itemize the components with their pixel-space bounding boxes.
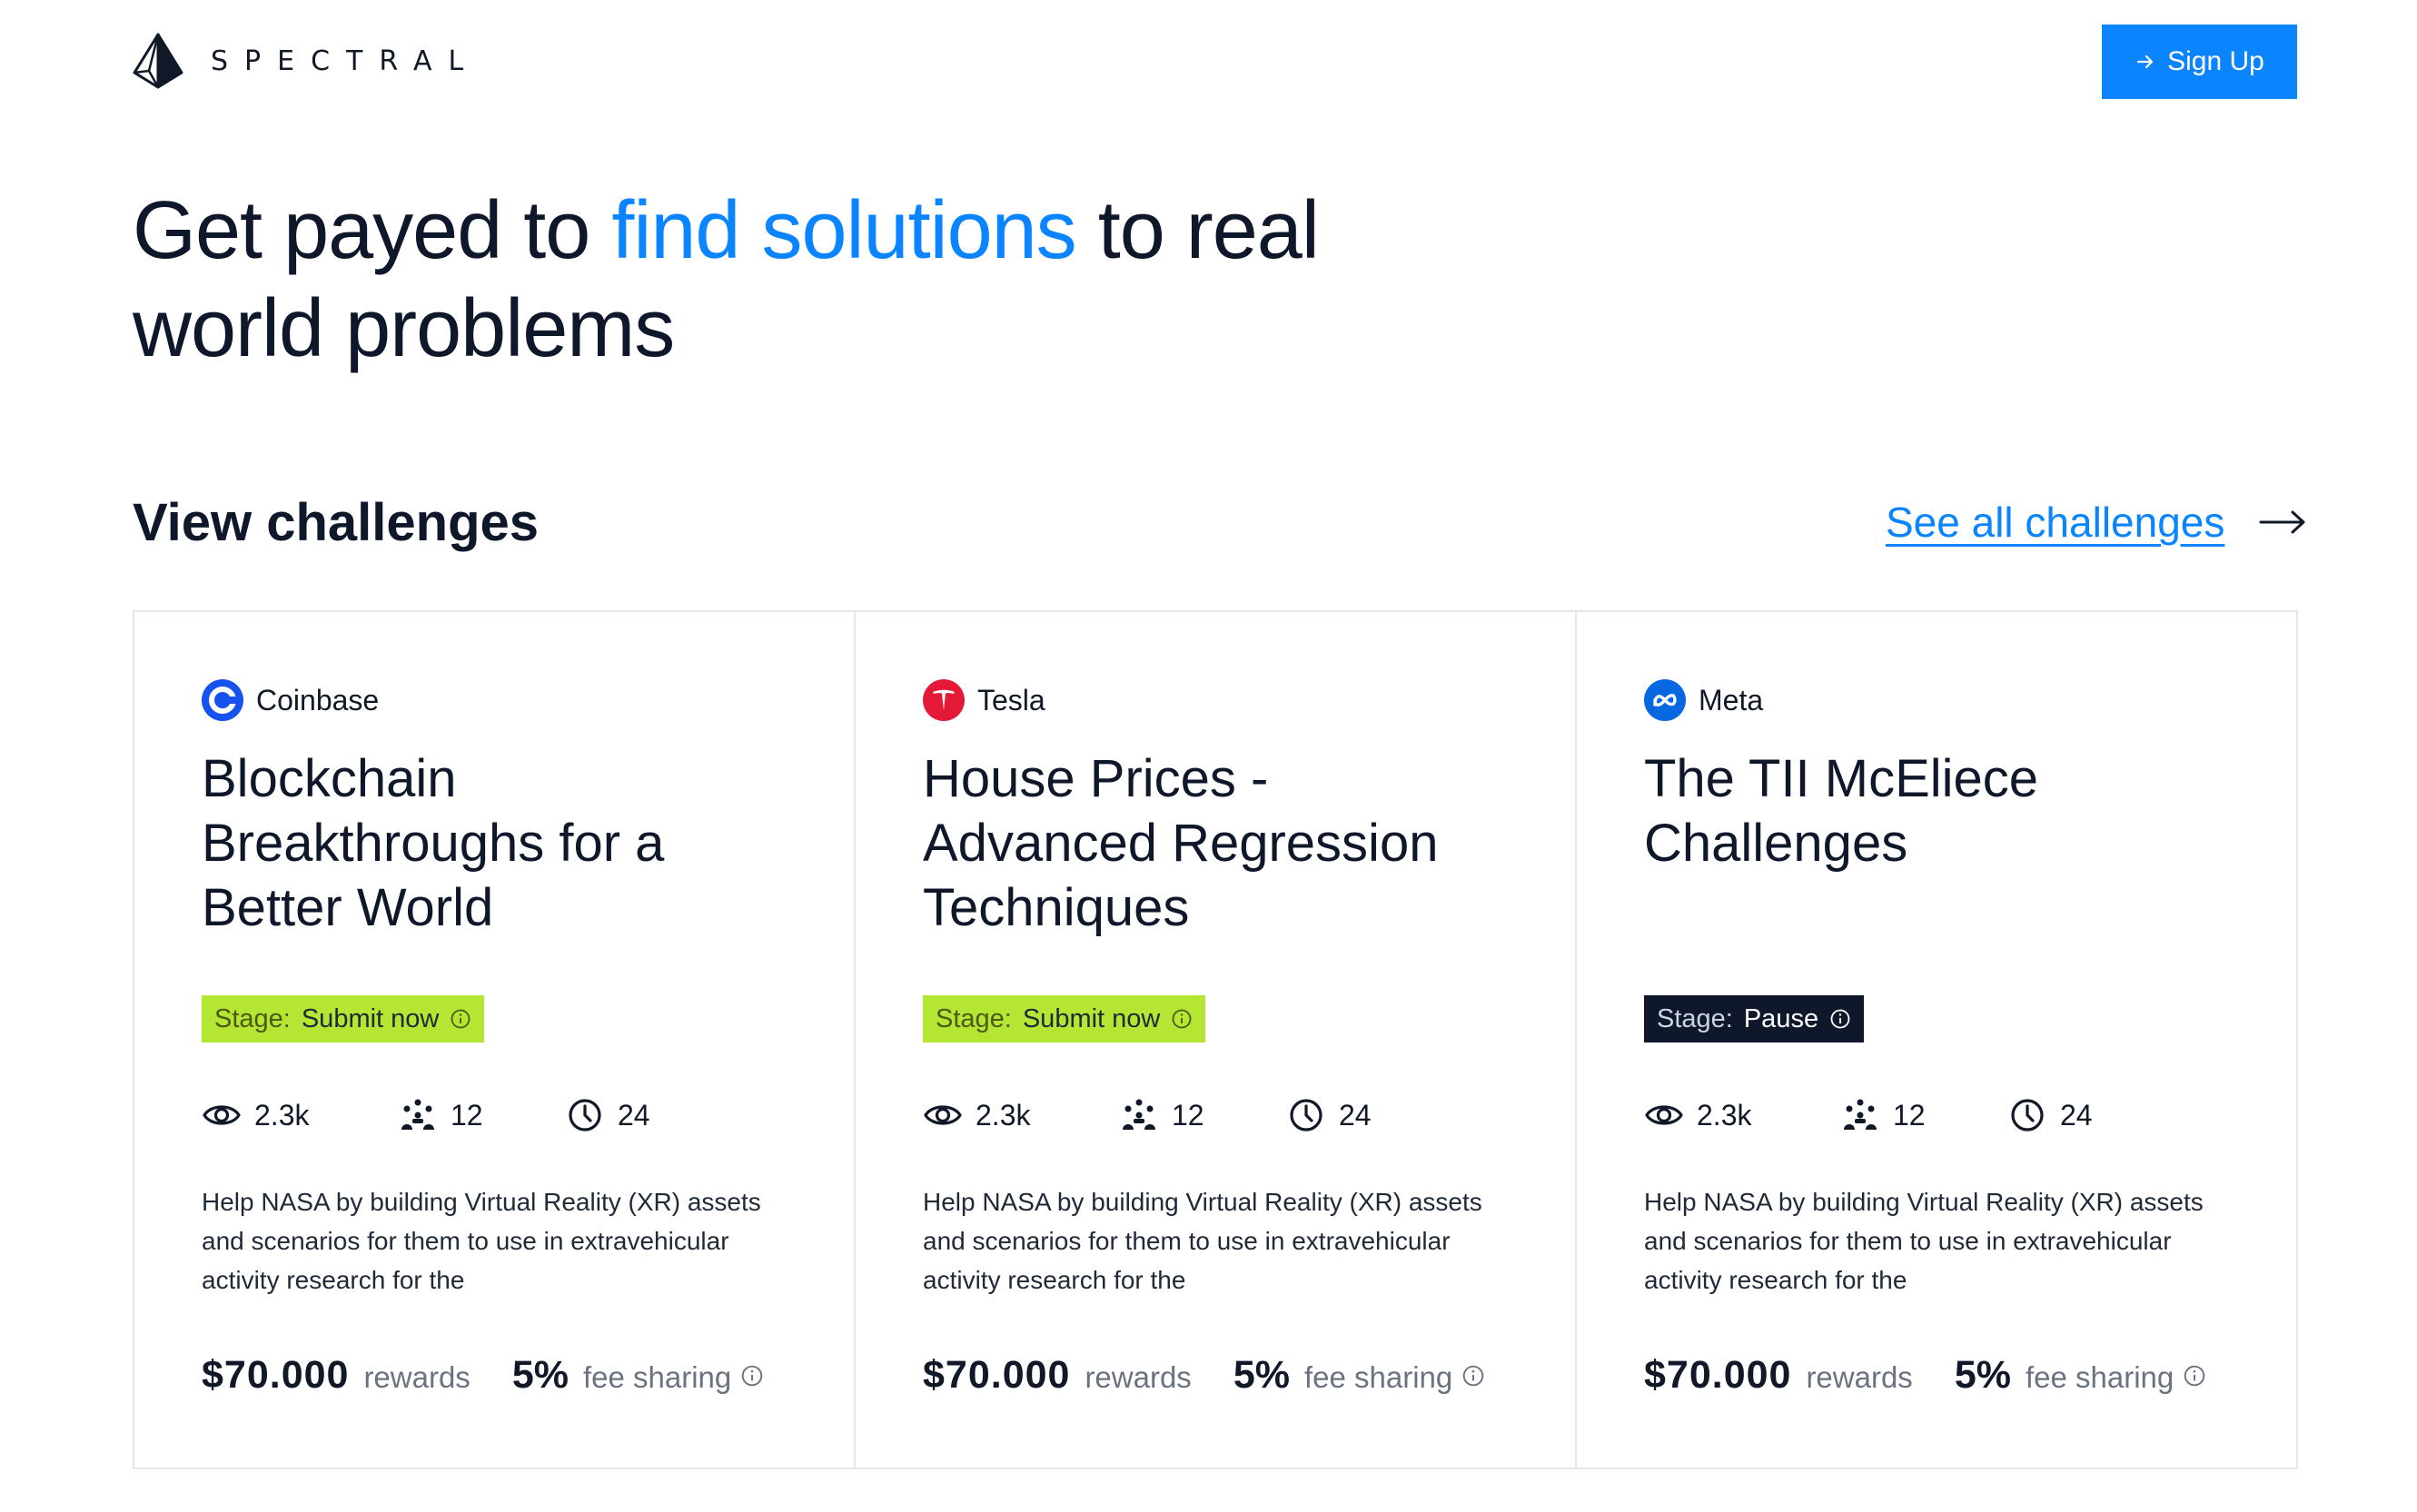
eye-icon <box>203 1105 241 1125</box>
people-icon <box>1123 1099 1155 1130</box>
long-arrow-right-icon[interactable] <box>2259 509 2306 536</box>
stage-value: Submit now <box>1022 1003 1161 1033</box>
people-icon <box>1844 1099 1877 1130</box>
stats-row: 2.3k 12 24 <box>1644 1097 2093 1133</box>
challenge-title[interactable]: House Prices - Advanced Regression Techn… <box>923 746 1504 940</box>
challenge-description: Help NASA by building Virtual Reality (X… <box>202 1188 761 1294</box>
section-title: View challenges <box>133 493 540 552</box>
see-all-challenges-link[interactable]: See all challenges <box>1886 498 2224 547</box>
stage-badge: Stage: Submit now <box>202 995 485 1043</box>
views-count: 2.3k <box>1697 1098 1752 1132</box>
fee-label: fee sharing <box>582 1360 732 1394</box>
hero-headline: Get payed to find solutions to real worl… <box>133 182 1404 378</box>
eye-icon <box>924 1105 962 1125</box>
meta-logo-icon <box>1644 679 1686 721</box>
participants-stat: 12 <box>398 1097 565 1133</box>
participants-count: 12 <box>451 1098 483 1132</box>
brand-logo[interactable]: SPECTRAL <box>133 33 480 89</box>
stage-badge: Stage: Submit now <box>923 995 1206 1043</box>
fee-percentage: 5% <box>511 1353 569 1397</box>
stage-label: Stage: <box>936 1003 1012 1033</box>
challenge-card-meta[interactable]: Meta The TII McEliece Challenges Stage: … <box>1577 612 2296 1468</box>
people-icon <box>401 1099 434 1130</box>
days-stat: 24 <box>2007 1097 2093 1133</box>
challenge-card-coinbase[interactable]: Coinbase Blockchain Breakthroughs for a … <box>134 612 856 1468</box>
info-icon[interactable] <box>450 1008 471 1030</box>
info-icon[interactable] <box>1461 1364 1485 1388</box>
views-count: 2.3k <box>254 1098 310 1132</box>
challenge-description: Help NASA by building Virtual Reality (X… <box>923 1188 1482 1294</box>
reward-label: rewards <box>1806 1360 1913 1394</box>
stage-label: Stage: <box>214 1003 291 1033</box>
fee-label: fee sharing <box>1303 1360 1453 1394</box>
rewards-row: $70.000 rewards 5% fee sharing <box>202 1353 764 1398</box>
sign-up-label: Sign Up <box>2167 46 2264 76</box>
company-name: Coinbase <box>256 683 380 716</box>
days-count: 24 <box>1339 1098 1372 1132</box>
reward-amount: $70.000 <box>923 1353 1071 1397</box>
info-icon[interactable] <box>1829 1008 1851 1030</box>
stats-row: 2.3k 12 24 <box>923 1097 1372 1133</box>
hero-text-accent: find solutions <box>611 185 1076 276</box>
stage-value: Submit now <box>301 1003 440 1033</box>
company-row: Meta <box>1644 679 1763 721</box>
views-count: 2.3k <box>976 1098 1031 1132</box>
info-icon[interactable] <box>740 1364 764 1388</box>
arrow-right-icon <box>2137 54 2154 69</box>
participants-count: 12 <box>1893 1098 1926 1132</box>
sign-up-button[interactable]: Sign Up <box>2102 25 2297 99</box>
eye-icon <box>1645 1105 1683 1125</box>
hero-text-before: Get payed to <box>133 185 612 276</box>
company-row: Coinbase <box>202 679 379 721</box>
days-stat: 24 <box>565 1097 650 1133</box>
info-icon[interactable] <box>2183 1364 2206 1388</box>
participants-stat: 12 <box>1840 1097 2007 1133</box>
days-stat: 24 <box>1286 1097 1372 1133</box>
challenge-description: Help NASA by building Virtual Reality (X… <box>1644 1188 2204 1294</box>
reward-label: rewards <box>1085 1360 1192 1394</box>
info-icon[interactable] <box>1171 1008 1193 1030</box>
views-stat: 2.3k <box>1644 1097 1840 1133</box>
pyramid-logo-icon <box>133 33 183 89</box>
days-count: 24 <box>618 1098 650 1132</box>
rewards-row: $70.000 rewards 5% fee sharing <box>1644 1353 2206 1398</box>
days-count: 24 <box>2060 1098 2093 1132</box>
clock-icon <box>2011 1099 2044 1132</box>
reward-amount: $70.000 <box>1644 1353 1792 1397</box>
views-stat: 2.3k <box>202 1097 398 1133</box>
challenge-card-tesla[interactable]: Tesla House Prices - Advanced Regression… <box>856 612 1577 1468</box>
fee-label: fee sharing <box>2025 1360 2174 1394</box>
stage-value: Pause <box>1743 1003 1819 1033</box>
reward-amount: $70.000 <box>202 1353 350 1397</box>
company-row: Tesla <box>923 679 1045 721</box>
reward-label: rewards <box>363 1360 471 1394</box>
brand-name: SPECTRAL <box>211 44 480 77</box>
coinbase-logo-icon <box>202 679 243 721</box>
participants-stat: 12 <box>1119 1097 1286 1133</box>
see-all-challenges[interactable]: See all challenges <box>1886 498 2306 547</box>
fee-percentage: 5% <box>1954 1353 2011 1397</box>
clock-icon <box>569 1099 601 1132</box>
rewards-row: $70.000 rewards 5% fee sharing <box>923 1353 1485 1398</box>
company-name: Meta <box>1699 683 1764 716</box>
clock-icon <box>1290 1099 1322 1132</box>
challenge-title[interactable]: Blockchain Breakthroughs for a Better Wo… <box>202 746 783 940</box>
participants-count: 12 <box>1172 1098 1204 1132</box>
views-stat: 2.3k <box>923 1097 1119 1133</box>
stage-badge: Stage: Pause <box>1644 995 1865 1043</box>
company-name: Tesla <box>977 683 1045 716</box>
challenge-title[interactable]: The TII McEliece Challenges <box>1644 746 2225 875</box>
stage-label: Stage: <box>1657 1003 1733 1033</box>
fee-percentage: 5% <box>1233 1353 1290 1397</box>
stats-row: 2.3k 12 24 <box>202 1097 650 1133</box>
challenge-cards: Coinbase Blockchain Breakthroughs for a … <box>133 610 2298 1469</box>
tesla-logo-icon <box>923 679 965 721</box>
